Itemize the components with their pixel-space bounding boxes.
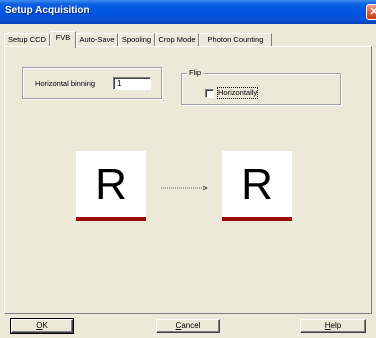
tab-photon-counting[interactable]: Photon Counting <box>199 33 272 47</box>
preview-original-letter: R <box>95 160 127 209</box>
window-title: Setup Acquisition <box>5 5 90 16</box>
tab-fvb[interactable]: FVB <box>50 31 76 48</box>
help-button[interactable]: Help <box>300 319 366 333</box>
preview-original-bar <box>76 217 146 221</box>
tab-setup-ccd[interactable]: Setup CCD <box>4 33 50 47</box>
title-bar[interactable]: Setup Acquisition ✕ <box>0 0 376 24</box>
horizontal-binning-input[interactable]: 1 <box>113 77 151 90</box>
arrow-right-icon <box>161 185 208 191</box>
preview-original: R <box>76 151 146 221</box>
fvb-tab-panel: Horizontal binning 1 Flip Horizontally R… <box>4 46 372 314</box>
setup-acquisition-dialog: Setup Acquisition ✕ Setup CCD FVB Auto-S… <box>0 0 376 338</box>
close-icon[interactable]: ✕ <box>366 4 376 20</box>
ok-label-rest: K <box>42 321 48 330</box>
flip-horizontally-checkbox[interactable] <box>205 89 214 98</box>
flip-horizontally-label[interactable]: Horizontally <box>216 87 259 99</box>
binning-group: Horizontal binning 1 <box>22 67 162 99</box>
ok-button[interactable]: OK <box>10 318 74 334</box>
tab-spooling[interactable]: Spooling <box>118 33 155 47</box>
help-label-rest: elp <box>330 321 342 330</box>
tab-crop-mode[interactable]: Crop Mode <box>155 33 199 47</box>
cancel-button[interactable]: Cancel <box>156 319 220 333</box>
flip-group: Flip Horizontally <box>181 68 341 105</box>
flip-group-title: Flip <box>187 68 204 78</box>
preview-flipped-letter: R <box>241 160 273 209</box>
preview-flipped-bar <box>222 217 292 221</box>
preview-flipped: R <box>222 151 292 221</box>
tab-auto-save[interactable]: Auto-Save <box>76 33 118 47</box>
horizontal-binning-label: Horizontal binning <box>35 79 96 88</box>
cancel-label-rest: ancel <box>181 321 201 330</box>
